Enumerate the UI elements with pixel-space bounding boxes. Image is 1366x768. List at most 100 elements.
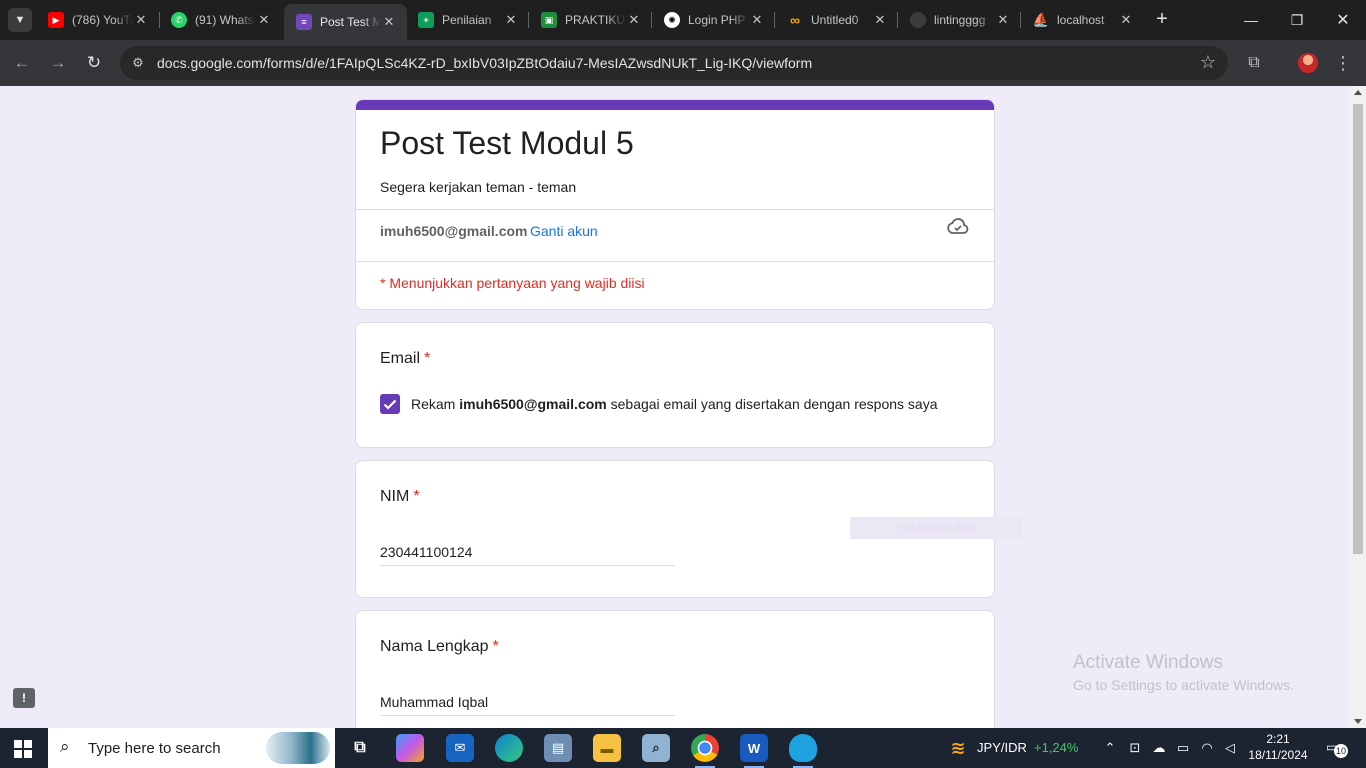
tab-untitled[interactable]: ∞ Untitled0 ✕ xyxy=(775,6,898,34)
browser-toolbar: ← → ↻ ⚙ docs.google.com/forms/d/e/1FAIpQ… xyxy=(0,40,1366,86)
restore-icon: ❐ xyxy=(1290,11,1304,28)
form-header-card: Post Test Modul 5 Segera kerjakan teman … xyxy=(355,99,995,310)
file-explorer-icon[interactable]: ▬ xyxy=(593,734,621,762)
window-close-button[interactable]: ✕ xyxy=(1320,0,1366,40)
nim-input[interactable]: 230441100124 xyxy=(380,544,675,566)
close-icon[interactable]: ✕ xyxy=(626,12,642,28)
label-email: imuh6500@gmail.com xyxy=(459,396,607,412)
tab-title: (91) WhatsApp xyxy=(195,13,256,27)
extensions-icon[interactable]: ⧉ xyxy=(1243,52,1265,74)
stock-widget-icon[interactable]: ≋ xyxy=(944,734,972,762)
activate-windows-title: Activate Windows xyxy=(1073,652,1223,673)
label-suffix: sebagai email yang disertakan dengan res… xyxy=(610,396,938,412)
close-icon[interactable]: ✕ xyxy=(256,12,272,28)
github-icon xyxy=(910,12,926,28)
tab-title: localhost xyxy=(1057,13,1105,27)
question-card-email: Email * Rekam imuh6500@gmail.com sebagai … xyxy=(355,322,995,448)
site-settings-icon[interactable]: ⚙ xyxy=(128,53,148,73)
word-icon[interactable]: W xyxy=(740,734,768,768)
bookmark-star-icon[interactable]: ☆ xyxy=(1200,52,1216,73)
report-feedback-button[interactable]: ! xyxy=(13,688,35,708)
more-menu-icon[interactable]: ⋮ xyxy=(1332,52,1354,74)
question-label: Nama Lengkap xyxy=(380,638,489,655)
divider xyxy=(356,261,994,262)
question-title: Email * xyxy=(380,350,430,368)
close-icon[interactable]: ✕ xyxy=(133,12,149,28)
plus-icon: + xyxy=(1156,8,1168,30)
close-icon[interactable]: ✕ xyxy=(1118,12,1134,28)
page-content: Post Test Modul 5 Segera kerjakan teman … xyxy=(0,86,1366,728)
close-icon[interactable]: ✕ xyxy=(749,12,765,28)
edge-icon[interactable] xyxy=(495,734,523,762)
tab-penilaian[interactable]: + Penilaian ✕ xyxy=(406,6,529,34)
address-bar[interactable]: ⚙ docs.google.com/forms/d/e/1FAIpQLSc4KZ… xyxy=(120,46,1228,80)
tab-github[interactable]: lintingggg ✕ xyxy=(898,6,1021,34)
show-hidden-icons-icon[interactable]: ⌃ xyxy=(1102,740,1118,756)
scroll-up-arrow-icon[interactable] xyxy=(1354,90,1362,95)
windows-start-icon[interactable] xyxy=(14,740,32,758)
question-card-nama: Nama Lengkap * Muhammad Iqbal xyxy=(355,610,995,728)
scrollbar-thumb[interactable] xyxy=(1353,104,1363,554)
forward-button[interactable]: → xyxy=(46,51,70,75)
tab-login-php[interactable]: ✺ Login PHP ✕ xyxy=(652,6,775,34)
onedrive-icon[interactable]: ☁ xyxy=(1151,740,1167,756)
record-email-checkbox[interactable] xyxy=(380,394,400,414)
minimize-button[interactable]: — xyxy=(1228,0,1274,40)
tab-praktikum[interactable]: ▣ PRAKTIKUM ✕ xyxy=(529,6,652,34)
taskbar-search-box[interactable]: ⌕ Type here to search xyxy=(48,728,335,768)
reload-button[interactable]: ↻ xyxy=(82,51,106,75)
tab-youtube[interactable]: ▶ (786) YouTube ✕ xyxy=(36,6,159,34)
close-icon[interactable]: ✕ xyxy=(872,12,888,28)
profile-avatar[interactable] xyxy=(1298,53,1318,73)
question-label: Email xyxy=(380,350,421,367)
ticker-symbol[interactable]: JPY/IDR xyxy=(977,740,1027,755)
required-star: * xyxy=(492,638,499,655)
notification-count: 10 xyxy=(1334,744,1348,758)
back-button[interactable]: ← xyxy=(10,51,34,75)
tab-title: Post Test Modul 5 xyxy=(320,15,381,29)
close-icon[interactable]: ✕ xyxy=(503,12,519,28)
exclamation-icon: ! xyxy=(22,691,26,705)
google-classroom-icon: ▣ xyxy=(541,12,557,28)
meet-now-icon[interactable]: ⊡ xyxy=(1127,740,1143,756)
new-tab-button[interactable]: + xyxy=(1150,8,1174,32)
form-title: Post Test Modul 5 xyxy=(380,125,634,161)
restore-button[interactable]: ❐ xyxy=(1274,0,1320,40)
wifi-icon[interactable]: ◠ xyxy=(1199,740,1215,756)
nama-input[interactable]: Muhammad Iqbal xyxy=(380,694,675,716)
page-scrollbar[interactable] xyxy=(1350,86,1366,728)
google-sheets-icon: + xyxy=(418,12,434,28)
notification-center-button[interactable]: ▭ 10 xyxy=(1326,740,1348,758)
required-star: * xyxy=(424,350,431,367)
scroll-down-arrow-icon[interactable] xyxy=(1354,719,1362,724)
tab-title: Login PHP xyxy=(688,13,746,27)
clock-time: 2:21 xyxy=(1266,732,1290,746)
youtube-icon: ▶ xyxy=(48,12,64,28)
tab-title: Untitled0 xyxy=(811,13,859,27)
search-tool-icon[interactable]: ⌕ xyxy=(642,734,670,762)
taskbar-clock[interactable]: 2:21 18/11/2024 xyxy=(1240,731,1316,763)
tab-title: (786) YouTube xyxy=(72,13,133,27)
url-text: docs.google.com/forms/d/e/1FAIpQLSc4KZ-r… xyxy=(157,55,813,71)
activate-windows-subtitle: Go to Settings to activate Windows. xyxy=(1073,677,1294,693)
tab-whatsapp[interactable]: ✆ (91) WhatsApp ✕ xyxy=(159,6,282,34)
ticker-change[interactable]: +1,24% xyxy=(1034,740,1078,755)
control-panel-icon[interactable]: ▤ xyxy=(544,734,572,762)
battery-icon[interactable]: ▭ xyxy=(1175,740,1191,756)
switch-account-link[interactable]: Ganti akun xyxy=(530,223,598,239)
mail-icon[interactable]: ✉ xyxy=(446,734,474,762)
copilot-icon[interactable] xyxy=(396,734,424,762)
tab-search-button[interactable]: ▼ xyxy=(8,8,32,32)
task-view-icon[interactable]: ⧉ xyxy=(346,734,374,762)
google-forms-icon: ≡ xyxy=(296,14,312,30)
form-description: Segera kerjakan teman - teman xyxy=(380,179,577,195)
tab-post-test[interactable]: ≡ Post Test Modul 5 ✕ xyxy=(284,4,407,40)
close-icon[interactable]: ✕ xyxy=(995,12,1011,28)
tab-localhost[interactable]: ⛵ localhost ✕ xyxy=(1021,6,1144,34)
close-icon[interactable]: ✕ xyxy=(381,14,397,30)
app-blue-icon[interactable] xyxy=(789,734,817,768)
colab-icon: ∞ xyxy=(790,12,800,28)
search-icon: ⌕ xyxy=(60,737,70,756)
volume-icon[interactable]: ◁ xyxy=(1222,740,1238,756)
chrome-icon[interactable] xyxy=(691,734,719,768)
